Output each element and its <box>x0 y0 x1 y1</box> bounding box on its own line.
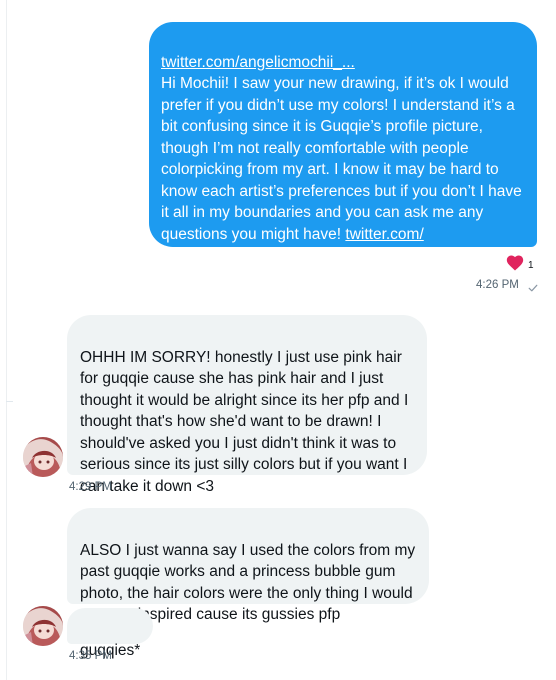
received-message-text: OHHH IM SORRY! honestly I just use pink … <box>80 348 409 495</box>
avatar-image <box>23 437 63 477</box>
checkmark-icon-svg <box>528 284 538 292</box>
sent-message-timestamp: 4:26 PM <box>476 279 519 291</box>
left-divider-tick <box>6 401 13 402</box>
sent-message-text: Hi Mochii! I saw your new drawing, if it… <box>161 75 522 243</box>
heart-icon-svg <box>506 255 524 271</box>
received-message-bubble[interactable]: OHHH IM SORRY! honestly I just use pink … <box>67 315 427 495</box>
sent-message-link-top[interactable]: twitter.com/angelicmochii_... <box>161 54 355 71</box>
sent-message-bubble[interactable]: twitter.com/angelicmochii_... Hi Mochii!… <box>149 22 537 264</box>
received-message-bubble[interactable]: guqqies* <box>67 608 153 659</box>
left-divider <box>6 0 13 680</box>
heart-icon <box>505 253 525 276</box>
reaction-count: 1 <box>528 260 534 271</box>
checkmark-icon <box>528 280 538 298</box>
avatar[interactable] <box>23 437 63 477</box>
received-message-timestamp: 4:35 PM <box>69 650 112 662</box>
message-reaction[interactable]: 1 <box>505 253 534 276</box>
avatar-image <box>23 606 63 646</box>
received-message-timestamp: 4:29 PM <box>69 481 112 493</box>
avatar[interactable] <box>23 606 63 646</box>
received-message-bubble[interactable]: ALSO I just wanna say I used the colors … <box>67 508 429 623</box>
